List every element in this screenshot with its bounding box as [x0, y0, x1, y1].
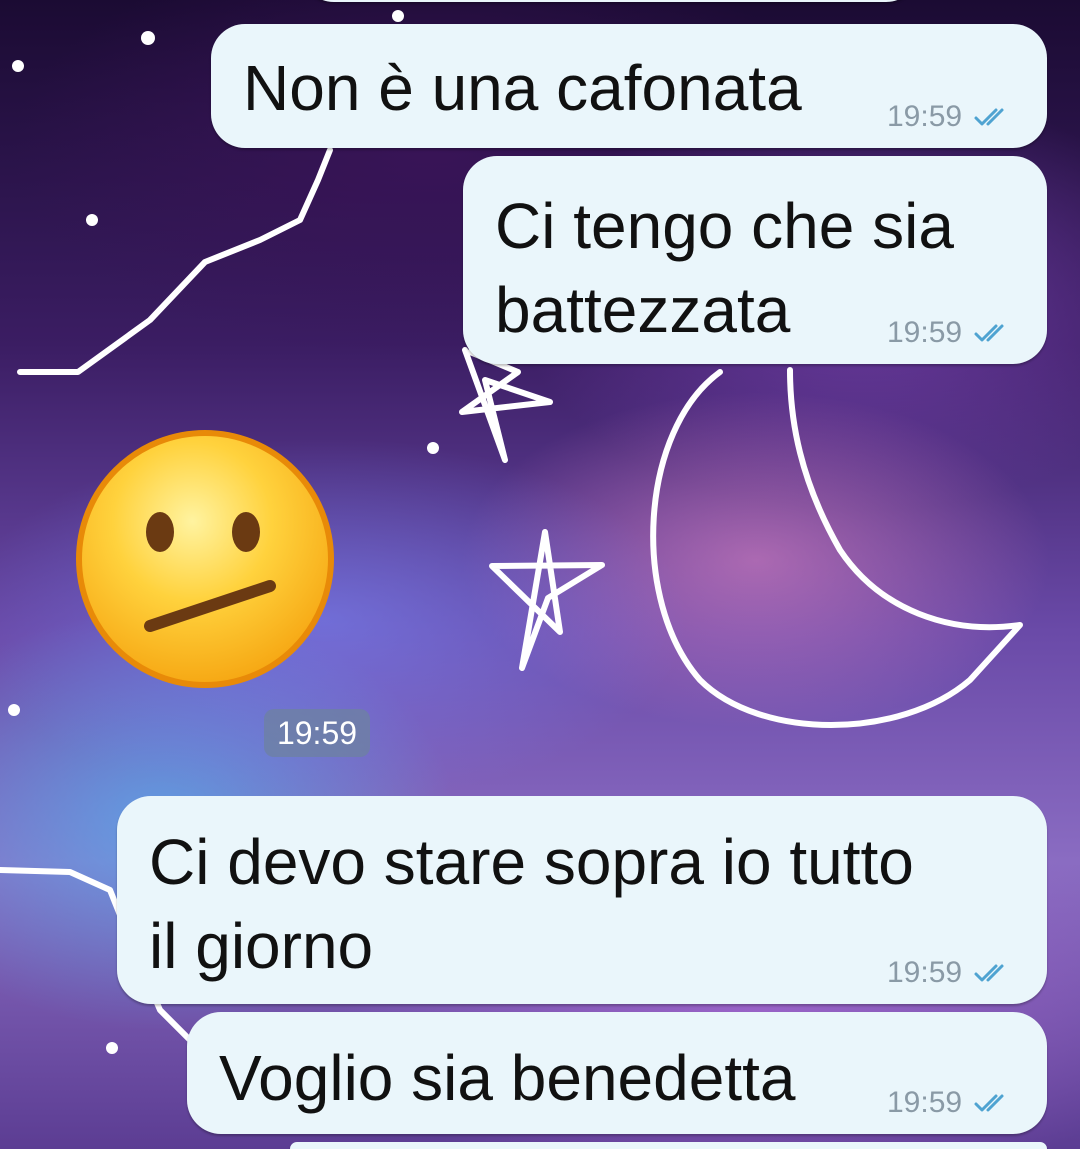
- message-text: Voglio sia benedetta: [219, 1042, 796, 1114]
- message-bubble[interactable]: Voglio sia benedetta 19:59: [187, 1012, 1047, 1134]
- read-ticks-icon: [974, 964, 1004, 982]
- neutral-face-emoji-icon: [76, 430, 334, 688]
- message-meta: 19:59: [887, 100, 1016, 134]
- message-bubble-partial[interactable]: [300, 0, 920, 2]
- message-meta: 19:59: [887, 316, 1016, 350]
- message-text: Ci tengo che sia battezzata: [495, 190, 954, 346]
- message-bubble[interactable]: Non è una cafonata 19:59: [211, 24, 1047, 148]
- read-ticks-icon: [974, 108, 1004, 126]
- message-time: 19:59: [887, 316, 963, 349]
- read-ticks-icon: [974, 324, 1004, 342]
- message-time: 19:59: [887, 1086, 963, 1119]
- read-ticks-icon: [974, 1094, 1004, 1112]
- message-time: 19:59: [887, 100, 963, 133]
- sticker-time: 19:59: [264, 709, 370, 757]
- message-bubble[interactable]: Ci tengo che sia battezzata 19:59: [463, 156, 1047, 364]
- message-text: Non è una cafonata: [243, 52, 802, 124]
- message-bubble-partial[interactable]: [290, 1142, 1047, 1149]
- message-meta: 19:59: [887, 956, 1016, 990]
- message-time: 19:59: [887, 956, 963, 989]
- message-bubble[interactable]: Ci devo stare sopra io tutto il giorno 1…: [117, 796, 1047, 1004]
- message-meta: 19:59: [887, 1086, 1016, 1120]
- message-text: Ci devo stare sopra io tutto il giorno: [149, 826, 914, 982]
